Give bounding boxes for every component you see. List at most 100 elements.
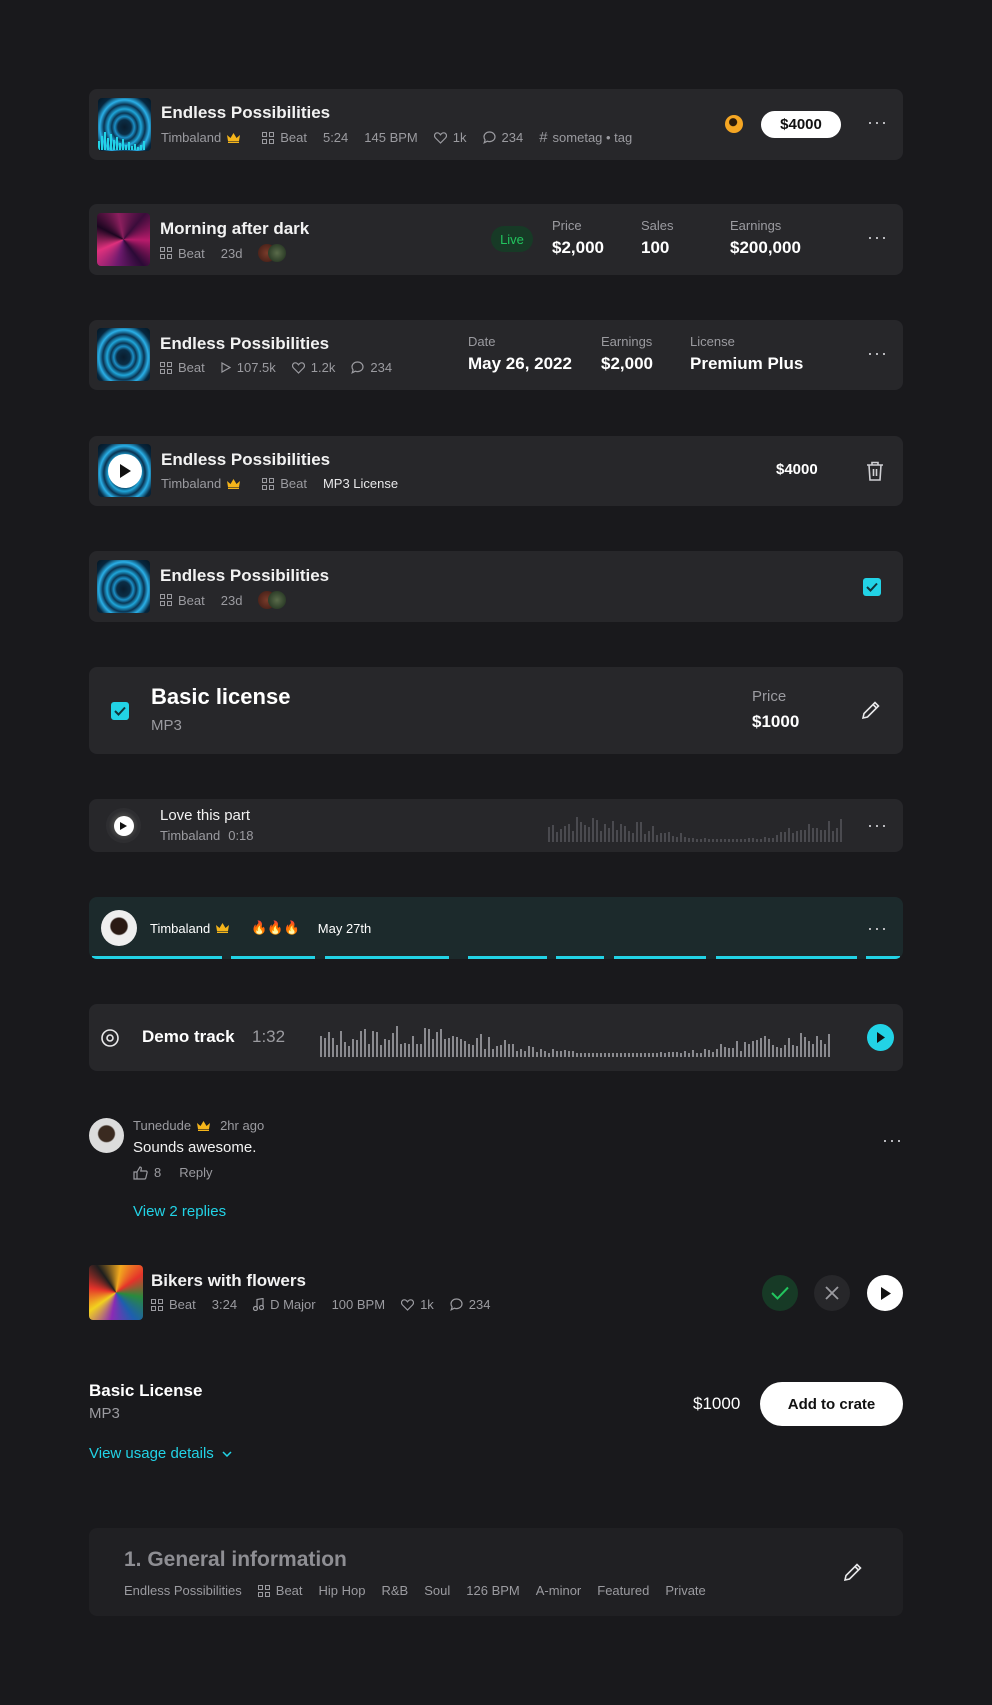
tag-genre: Hip Hop [318,1583,366,1598]
heart-icon[interactable] [401,1298,415,1311]
approve-button[interactable] [762,1275,798,1311]
more-options-icon[interactable]: ··· [867,344,888,362]
user-avatar[interactable] [101,910,137,946]
waveform-bar [752,1041,754,1057]
earnings-value: $200,000 [730,238,801,257]
more-options-icon[interactable]: ··· [867,816,888,834]
track-tags[interactable]: sometag • tag [553,130,633,145]
tag-title: Endless Possibilities [124,1583,242,1598]
price-button[interactable]: $4000 [761,111,841,138]
view-replies-link[interactable]: View 2 replies [133,1203,226,1220]
add-to-crate-button[interactable]: Add to crate [760,1382,903,1426]
grid-icon [160,361,172,374]
waveform-bar [744,839,746,842]
track-title[interactable]: Endless Possibilities [161,450,330,470]
waveform-bar [404,1043,406,1057]
track-title[interactable]: Endless Possibilities [160,566,329,586]
heart-icon[interactable] [291,361,305,374]
waveform-bar [684,837,686,842]
selectable-track-card[interactable]: Endless Possibilities Beat 23d [89,551,903,622]
track-waveform[interactable] [320,1022,835,1057]
waveform-bar [428,1029,430,1057]
waveform-bar [596,820,598,842]
comment-icon[interactable] [351,361,364,374]
comment-user[interactable]: Tunedude [133,1118,191,1133]
license-card[interactable]: Basic license MP3 Price $1000 [89,667,903,754]
general-info-card[interactable]: 1. General information Endless Possibili… [89,1528,903,1616]
waveform-bar [508,1044,510,1057]
artist-name[interactable]: Timbaland [160,828,220,843]
artist-name[interactable]: Timbaland [150,921,210,936]
tag-featured: Featured [597,1583,650,1598]
edit-icon[interactable] [843,1562,863,1587]
date-label: Date [468,334,496,349]
waveform-bar [688,1053,690,1057]
collaborator-avatars[interactable] [258,591,288,609]
comment-count: 234 [370,360,393,375]
track-card-1[interactable]: Endless Possibilities Timbaland Beat 5:2… [89,89,903,160]
snippet-waveform[interactable] [548,812,843,842]
track-title[interactable]: Endless Possibilities [161,103,330,123]
waveform-bar [388,1040,390,1057]
track-artwork [98,98,151,151]
thumbs-up-icon[interactable] [133,1165,148,1180]
track-type: Beat [280,130,307,145]
waveform-bar [816,1036,818,1057]
waveform-bar [664,833,666,842]
more-options-icon[interactable]: ··· [867,228,888,246]
track-meta: Beat 23d [160,244,304,262]
waveform-bar [648,831,650,842]
cart-item-card[interactable]: Endless Possibilities Timbaland Beat MP3… [89,436,903,506]
comment-icon[interactable] [482,131,496,144]
more-options-icon[interactable]: ··· [867,919,888,937]
collaborator-avatars[interactable] [258,244,288,262]
reject-button[interactable] [814,1275,850,1311]
waveform-bar [828,1034,830,1057]
comment-icon[interactable] [449,1298,463,1311]
artist-name[interactable]: Timbaland [161,130,221,145]
track-meta: Timbaland Beat MP3 License [161,476,414,491]
track-title[interactable]: Bikers with flowers [151,1271,306,1291]
waveform-bar [544,1051,546,1057]
snippet-card[interactable]: Love this part Timbaland 0:18 ··· [89,799,903,852]
more-options-icon[interactable]: ··· [882,1131,903,1149]
edit-icon[interactable] [861,700,881,725]
user-avatar[interactable] [89,1118,124,1153]
waveform-bar [780,1048,782,1057]
snippet-time: 0:18 [228,828,254,843]
trash-icon[interactable] [866,461,884,486]
timeline-segments[interactable] [89,956,903,959]
waveform-bar [552,825,554,842]
license-checkbox[interactable] [111,702,129,720]
more-options-icon[interactable]: ··· [867,113,888,131]
waveform-bar [372,1031,374,1057]
waveform-bar [812,1044,814,1057]
track-card-2[interactable]: Morning after dark Beat 23d Live Price $2… [89,204,903,275]
snippet-play-button[interactable] [106,808,141,843]
tag-genre: Soul [424,1583,451,1598]
comment-timeline-card[interactable]: Timbaland 🔥🔥🔥 May 27th ··· [89,897,903,959]
view-usage-details-link[interactable]: View usage details [89,1445,232,1462]
demo-track-player[interactable]: Demo track 1:32 [89,1004,903,1071]
heart-icon[interactable] [433,131,447,144]
waveform-bar [656,1053,658,1057]
track-age: 23d [220,245,243,261]
producer-avatar[interactable] [725,115,743,133]
track-title[interactable]: Morning after dark [160,219,309,239]
play-button[interactable] [867,1275,903,1311]
waveform-bar [472,1045,474,1057]
waveform-bar [624,1053,626,1057]
waveform-bar [352,1039,354,1057]
artist-name[interactable]: Timbaland [161,476,221,491]
play-button[interactable] [867,1024,894,1051]
select-checkbox[interactable] [863,578,881,596]
play-button[interactable] [108,454,142,488]
track-card-3[interactable]: Endless Possibilities Beat 107.5k 1.2k 2… [89,320,903,390]
waveform-bar [728,1048,730,1057]
crown-icon [216,923,230,933]
waveform-bar [824,830,826,842]
reply-button[interactable]: Reply [179,1165,212,1180]
review-track-row[interactable]: Bikers with flowers Beat 3:24 D Major 10… [89,1265,903,1320]
track-title[interactable]: Endless Possibilities [160,334,329,354]
waveform-bar [416,1044,418,1057]
